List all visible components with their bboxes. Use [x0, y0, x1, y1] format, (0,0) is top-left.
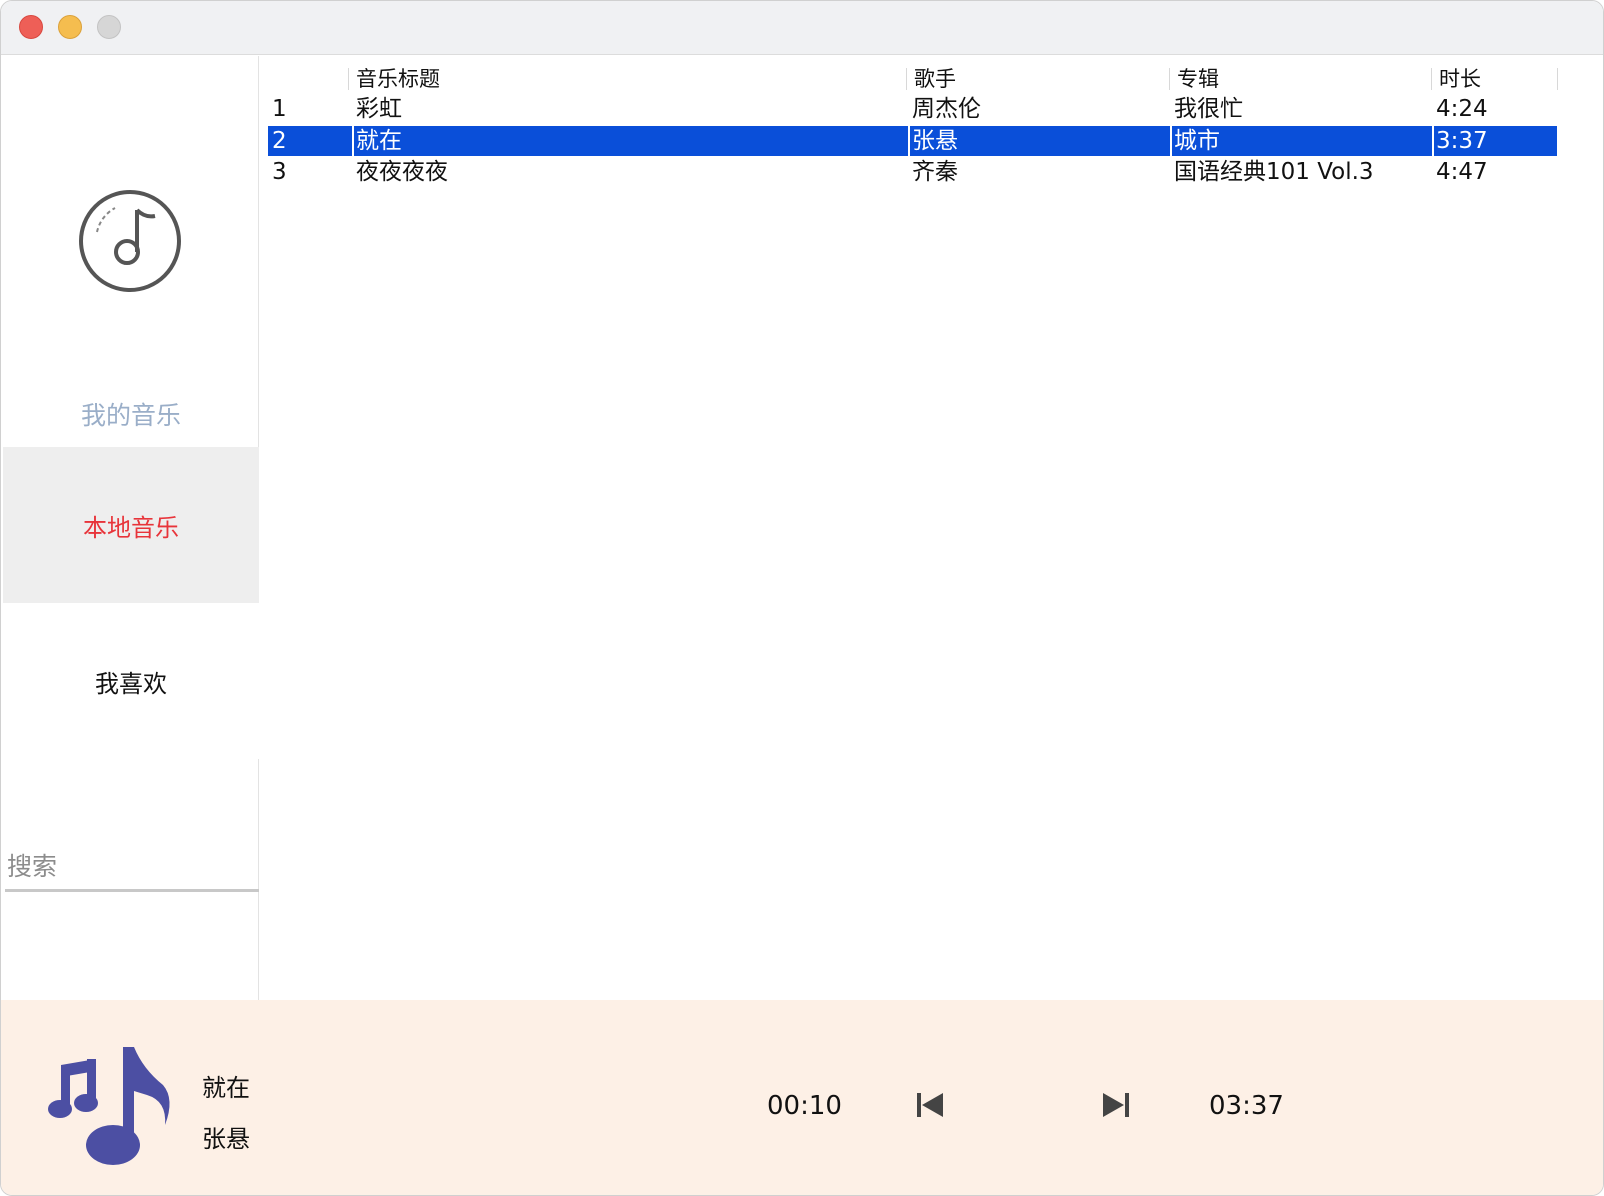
now-playing-title: 就在	[202, 1074, 250, 1102]
column-header-title[interactable]: 音乐标题	[348, 64, 906, 94]
current-time: 00:10	[767, 1091, 842, 1121]
sidebar-item-favorites[interactable]: 我喜欢	[3, 603, 259, 759]
row-duration: 4:47	[1436, 159, 1488, 185]
row-artist: 张悬	[908, 126, 958, 156]
column-header-duration[interactable]: 时长	[1431, 64, 1559, 94]
table-row[interactable]: 3 夜夜夜夜 齐秦 国语经典101 Vol.3 4:47	[268, 157, 1603, 187]
sidebar: 我的音乐 本地音乐 我喜欢	[3, 56, 259, 1000]
row-album: 我很忙	[1174, 96, 1243, 122]
column-divider	[1557, 68, 1558, 90]
row-album: 城市	[1170, 126, 1220, 156]
zoom-window-button[interactable]	[97, 15, 121, 39]
column-header-album[interactable]: 专辑	[1169, 64, 1431, 94]
song-table: 音乐标题 歌手 专辑 时长 1 彩虹 周杰伦 我很忙 4:24 2 就在 张悬 …	[260, 56, 1603, 1000]
table-row[interactable]: 1 彩虹 周杰伦 我很忙 4:24	[268, 94, 1603, 124]
total-time: 03:37	[1209, 1091, 1284, 1121]
sidebar-section-title: 我的音乐	[80, 401, 181, 430]
music-note-circle-icon	[75, 186, 185, 296]
column-header-artist[interactable]: 歌手	[906, 64, 1169, 94]
skip-next-icon[interactable]	[1101, 1090, 1131, 1120]
skip-previous-icon[interactable]	[915, 1090, 945, 1120]
title-bar	[1, 1, 1603, 55]
sidebar-item-local-music[interactable]: 本地音乐	[3, 447, 259, 603]
row-index: 3	[272, 159, 287, 185]
now-playing-artist: 张悬	[202, 1125, 250, 1153]
row-duration: 4:24	[1436, 96, 1488, 122]
row-album: 国语经典101 Vol.3	[1174, 159, 1374, 185]
app-window: 我的音乐 本地音乐 我喜欢 音乐标题 歌手 专辑 时长 1 彩虹 周杰伦 我很忙…	[0, 0, 1604, 1196]
row-duration: 3:37	[1432, 126, 1488, 156]
music-notes-icon	[47, 1045, 179, 1173]
minimize-window-button[interactable]	[58, 15, 82, 39]
row-title: 夜夜夜夜	[356, 159, 448, 185]
row-index: 2	[272, 128, 287, 154]
player-bar: 就在 张悬 00:10 03:37	[1, 1000, 1603, 1195]
search-input[interactable]	[5, 836, 259, 892]
row-title: 就在	[352, 126, 402, 156]
row-artist: 齐秦	[912, 159, 958, 185]
row-index: 1	[272, 96, 287, 122]
row-artist: 周杰伦	[912, 96, 981, 122]
row-title: 彩虹	[356, 96, 402, 122]
table-row-selected[interactable]: 2 就在 张悬 城市 3:37	[268, 126, 1557, 156]
close-window-button[interactable]	[19, 15, 43, 39]
